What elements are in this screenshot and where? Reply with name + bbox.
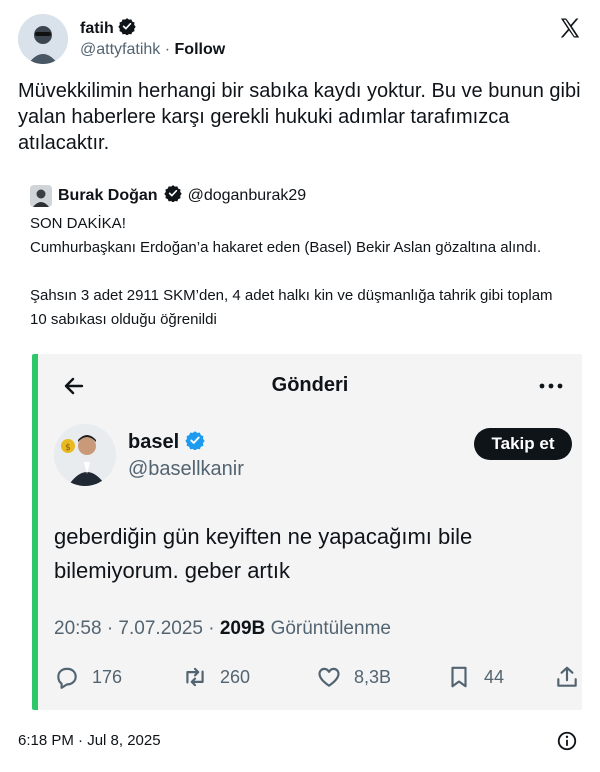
quoted-post[interactable]: Burak Doğan @doganburak29 SON DAKİKA! Cu…: [18, 178, 584, 712]
quote-line-news: Cumhurbaşkanı Erdoğan’a hakaret eden (Ba…: [30, 239, 542, 256]
share-action[interactable]: [554, 664, 580, 690]
more-icon[interactable]: [538, 376, 564, 396]
verified-badge-icon: [163, 184, 182, 207]
embed-author-name-row: basel: [128, 430, 205, 455]
quote-author-handle[interactable]: @doganburak29: [188, 187, 307, 205]
author-avatar[interactable]: [18, 14, 68, 64]
author-handle-row: @attyfatihk · Follow: [80, 41, 225, 59]
info-icon[interactable]: [556, 730, 578, 752]
bookmark-count: 44: [484, 666, 505, 687]
quote-author-name[interactable]: Burak Doğan: [58, 187, 158, 205]
embedded-screenshot: Gönderi $ basel @basellkanir Takip et ge…: [32, 354, 582, 710]
embed-top-bar: Gönderi: [38, 354, 582, 414]
blue-verified-badge-icon: [185, 430, 205, 455]
action-bar: 176 260 8,3B 44: [54, 664, 582, 694]
embed-author-avatar[interactable]: $: [54, 424, 116, 486]
separator: ·: [164, 41, 171, 58]
post-text: Müvekkilimin herhangi bir sabıka kaydı y…: [18, 80, 581, 154]
reply-icon: [57, 667, 77, 689]
embed-title: Gönderi: [271, 374, 349, 396]
reply-action[interactable]: 176: [54, 664, 122, 690]
heart-icon: [318, 667, 340, 687]
quote-text: SON DAKİKA! Cumhurbaşkanı Erdoğan’a haka…: [30, 212, 560, 332]
like-count: 8,3B: [354, 666, 392, 687]
repost-action[interactable]: 260: [182, 664, 250, 690]
repost-count: 260: [220, 666, 251, 687]
bookmark-icon: [451, 666, 467, 688]
quote-line-headline: SON DAKİKA!: [30, 215, 126, 232]
quote-header: Burak Doğan @doganburak29: [30, 184, 306, 207]
author-name-row: fatih: [80, 17, 136, 40]
author-handle[interactable]: @attyfatihk: [80, 41, 160, 58]
embed-author-name[interactable]: basel: [128, 431, 179, 454]
views-count: 209B: [219, 618, 266, 639]
embed-post-time[interactable]: 20:58 · 7.07.2025 ·: [54, 618, 215, 639]
repost-icon: [186, 667, 204, 687]
embed-author-handle[interactable]: @basellkanir: [128, 458, 244, 481]
post-footer: 6:18 PM · Jul 8, 2025: [18, 730, 582, 754]
views-label: Görüntülenme: [270, 618, 391, 639]
like-action[interactable]: 8,3B: [316, 664, 391, 690]
embed-post-meta: 20:58 · 7.07.2025 · 209B Görüntülenme: [54, 618, 391, 640]
follow-button[interactable]: Takip et: [474, 428, 572, 460]
share-icon: [557, 666, 577, 687]
quote-line-detail: Şahsın 3 adet 2911 SKM’den, 4 adet halkı…: [30, 287, 553, 328]
author-name[interactable]: fatih: [80, 20, 114, 38]
x-logo-icon[interactable]: [558, 16, 582, 40]
quote-author-avatar[interactable]: [30, 184, 52, 207]
svg-text:$: $: [65, 443, 71, 453]
verified-badge-icon: [118, 17, 136, 40]
follow-link[interactable]: Follow: [175, 41, 226, 58]
post-header: fatih @attyfatihk · Follow: [18, 14, 582, 64]
post-timestamp[interactable]: 6:18 PM · Jul 8, 2025: [18, 732, 161, 749]
reply-count: 176: [92, 666, 123, 687]
bookmark-action[interactable]: 44: [446, 664, 504, 690]
embed-post-text: geberdiğin gün keyiften ne yapacağımı bi…: [54, 524, 473, 583]
